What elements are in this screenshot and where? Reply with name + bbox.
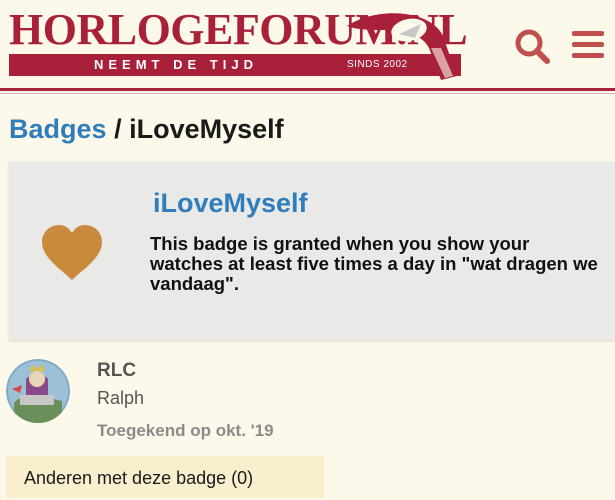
search-icon[interactable] (512, 26, 552, 66)
badge-description: This badge is granted when you show your… (150, 233, 598, 294)
page: HORLOGEFORUM.NL NEEMT DE TIJD SINDS 2002… (0, 0, 615, 500)
clock-hand-logo-icon (347, 13, 457, 80)
user-full-name: Ralph (97, 388, 145, 408)
badge-card: iLoveMyself This badge is granted when y… (9, 162, 615, 340)
heart-icon (42, 225, 102, 280)
header-divider-thin (0, 93, 615, 94)
badge-name[interactable]: iLoveMyself (153, 186, 308, 220)
user-username[interactable]: RLC (97, 360, 136, 382)
page-title: iLoveMyself (129, 114, 284, 144)
breadcrumb-badges-link[interactable]: Badges (9, 114, 107, 144)
breadcrumb: Badges / iLoveMyself (9, 112, 284, 146)
granted-date: Toegekend op okt. '19 (97, 421, 274, 440)
others-with-badge: Anderen met deze badge (0) (6, 456, 324, 498)
hamburger-menu-icon[interactable] (570, 27, 606, 63)
header-divider (0, 88, 615, 91)
logo-tagline: NEEMT DE TIJD (94, 57, 258, 72)
user-avatar[interactable] (6, 359, 70, 423)
site-header: HORLOGEFORUM.NL NEEMT DE TIJD SINDS 2002 (0, 0, 615, 88)
others-with-badge-label: Anderen met deze badge (0) (24, 468, 254, 488)
breadcrumb-separator: / (114, 114, 122, 144)
